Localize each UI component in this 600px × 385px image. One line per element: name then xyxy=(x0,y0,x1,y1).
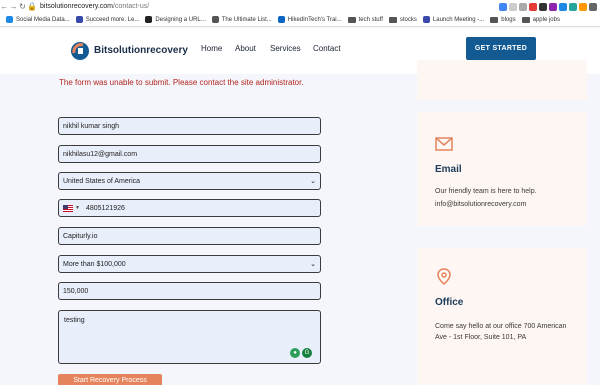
extension-orange-icon[interactable] xyxy=(579,2,587,11)
chevron-down-icon: ⌄ xyxy=(310,261,316,268)
grammar-icon[interactable]: ● xyxy=(290,348,300,358)
get-started-button[interactable]: GET STARTED xyxy=(466,37,536,60)
bookmark-item[interactable]: Designing a URL... xyxy=(145,16,206,23)
amount-value: 150,000 xyxy=(63,287,89,295)
email-value: nikhilasu12@gmail.com xyxy=(63,150,138,158)
bookmark-icon xyxy=(277,16,285,23)
bookmark-icon xyxy=(422,16,430,23)
bookmark-icon xyxy=(75,16,83,23)
nav-home[interactable]: Home xyxy=(201,44,222,53)
back-icon[interactable]: ← xyxy=(0,2,9,11)
extension-purple-icon[interactable] xyxy=(549,2,557,11)
bookmark-folder[interactable]: blogs xyxy=(490,16,516,23)
nav-about[interactable]: About xyxy=(235,44,256,53)
message-value: testing xyxy=(64,317,85,324)
share-icon[interactable] xyxy=(509,2,517,11)
browser-url-bar: ← → ↻ 🔒 bitsolutionrecovery.com/contact-… xyxy=(0,0,600,13)
submit-button[interactable]: Start Recovery Process xyxy=(58,374,162,385)
bookmark-icon xyxy=(145,16,153,23)
card-top xyxy=(417,60,587,100)
email-field[interactable]: nikhilasu12@gmail.com xyxy=(58,145,321,163)
folder-icon xyxy=(388,16,397,23)
bookmark-item[interactable]: The Ultimate List... xyxy=(211,16,272,23)
budget-select[interactable]: More than $100,000 ⌄ xyxy=(58,255,321,273)
form-error-message: The form was unable to submit. Please co… xyxy=(59,78,304,87)
bookmark-folder[interactable]: apple jobs xyxy=(521,16,560,23)
amount-field[interactable]: 150,000 xyxy=(58,282,321,300)
reload-icon[interactable]: ↻ xyxy=(18,2,27,11)
bookmark-item[interactable]: Social Media Data... xyxy=(6,16,70,23)
folder-icon xyxy=(490,16,499,23)
extension-blue-icon[interactable] xyxy=(559,2,567,11)
lock-icon[interactable]: 🔒 xyxy=(27,2,37,11)
phone-field[interactable]: ▼ 4805121926 xyxy=(58,199,321,217)
star-icon[interactable] xyxy=(519,2,527,11)
nav-contact[interactable]: Contact xyxy=(313,44,341,53)
country-value: United States of America xyxy=(63,177,141,185)
profile-icon[interactable] xyxy=(589,2,597,11)
email-card-text: Our friendly team is here to help. xyxy=(435,188,537,195)
logo-text[interactable]: Bitsolutionrecovery xyxy=(94,45,188,56)
logo-icon[interactable] xyxy=(70,41,90,61)
bookmark-folder[interactable]: stocks xyxy=(388,16,417,23)
grammarly-icon[interactable]: G xyxy=(302,348,312,358)
extensions-bar xyxy=(499,2,600,11)
message-textarea[interactable]: testing ● G xyxy=(58,310,321,364)
company-value: Capiturly.io xyxy=(63,232,98,240)
extension-teal-icon[interactable] xyxy=(569,2,577,11)
bookmark-folder[interactable]: tech stuff xyxy=(347,16,383,23)
company-field[interactable]: Capiturly.io xyxy=(58,227,321,245)
nav-services[interactable]: Services xyxy=(270,44,301,53)
folder-icon xyxy=(521,16,530,23)
bookmark-icon xyxy=(6,16,13,23)
textarea-tools: ● G xyxy=(290,348,312,358)
bookmark-item[interactable]: Launch Meeting -... xyxy=(422,16,484,23)
extension-red-icon[interactable] xyxy=(529,2,537,11)
extension-dark-icon[interactable] xyxy=(539,2,547,11)
email-card-title: Email xyxy=(435,164,462,175)
us-flag-icon[interactable] xyxy=(63,204,73,212)
name-field[interactable]: nikhil kumar singh xyxy=(58,117,321,135)
bookmark-item[interactable]: HikedInTech's Trai... xyxy=(277,16,342,23)
name-value: nikhil kumar singh xyxy=(63,122,120,130)
email-address-link[interactable]: info@bitsolutionrecovery.com xyxy=(435,199,575,210)
office-card: Office Come say hello at our office 700 … xyxy=(417,248,587,385)
chevron-down-icon: ⌄ xyxy=(310,178,316,185)
office-card-title: Office xyxy=(435,297,464,308)
location-pin-icon xyxy=(437,268,451,285)
caret-down-icon[interactable]: ▼ xyxy=(75,205,80,211)
bookmarks-bar: Social Media Data... Succeed more. Le...… xyxy=(0,13,600,27)
phone-value: 4805121926 xyxy=(85,204,125,212)
bookmark-icon xyxy=(211,16,219,23)
bookmark-item[interactable]: Succeed more. Le... xyxy=(75,16,139,23)
google-icon[interactable] xyxy=(499,2,507,11)
office-address: Come say hello at our office 700 America… xyxy=(435,323,567,341)
folder-icon xyxy=(347,16,356,23)
country-select[interactable]: United States of America ⌄ xyxy=(58,172,321,190)
email-card: Email Our friendly team is here to help.… xyxy=(417,112,587,226)
budget-value: More than $100,000 xyxy=(63,260,126,268)
mail-icon xyxy=(435,137,453,151)
address-field[interactable]: bitsolutionrecovery.com/contact-us/ xyxy=(40,3,149,10)
forward-icon[interactable]: → xyxy=(9,2,18,11)
